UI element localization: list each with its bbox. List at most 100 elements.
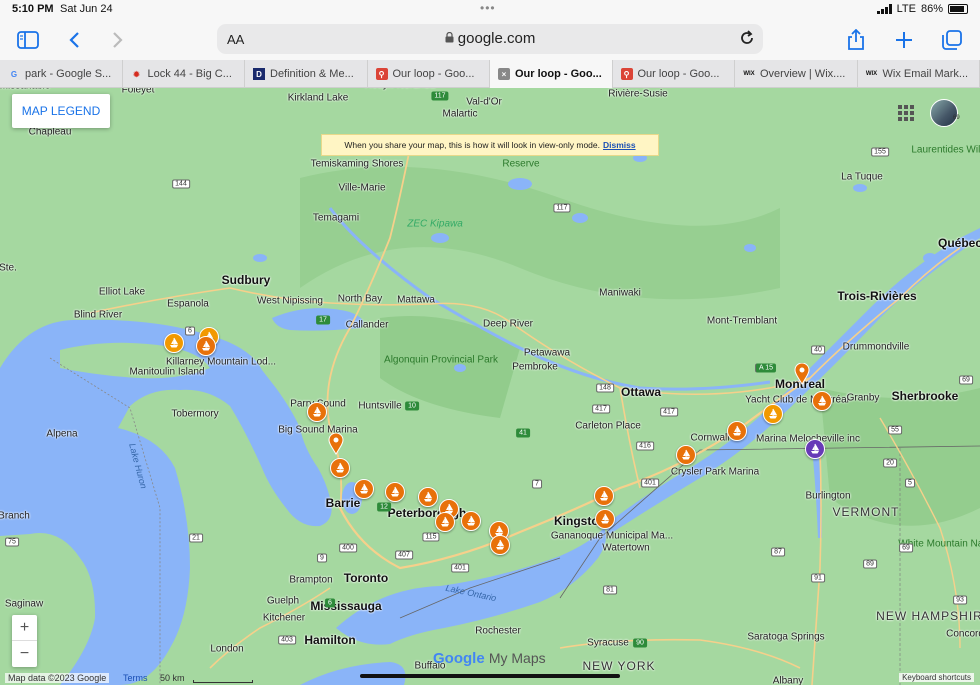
tab-overview-icon[interactable] [938,26,966,54]
boat-marker[interactable] [461,511,481,531]
map-label: London [210,643,244,655]
map-label: Crysler Park Marina [670,466,760,478]
boat-marker[interactable] [676,445,696,465]
reload-icon[interactable] [739,29,755,52]
boat-marker[interactable] [490,535,510,555]
map-pin-icon [328,432,344,455]
road-shield: 75 [5,537,19,547]
boat-marker[interactable] [418,487,438,507]
google-my-maps-logo: Google My Maps [433,650,546,667]
browser-tab[interactable]: × Our loop - Goo... [490,60,613,88]
browser-tab[interactable]: ✹ Lock 44 - Big C... [123,60,245,88]
keyboard-shortcuts-link[interactable]: Keyboard shortcuts [899,673,974,682]
road-shield: 144 [172,179,190,189]
road-shield: 81 [603,585,617,595]
map-label: Elliot Lake [98,286,146,298]
map-label: Algonquin Provincial Park [384,354,498,366]
map-label: Burlington [805,490,851,502]
map-pin-marker[interactable] [794,362,810,390]
browser-tab[interactable]: ⚲ Our loop - Goo... [368,60,490,88]
address-bar[interactable]: AA google.com [217,24,763,54]
battery-percent: 86% [920,3,943,15]
boat-marker[interactable] [805,439,825,459]
browser-tab[interactable]: D Definition & Me... [245,60,368,88]
dismiss-link[interactable]: Dismiss [603,140,636,150]
map-label: Cornwall [690,432,730,444]
map-label: West Nipissing [257,295,323,307]
status-time: 5:10 PM [12,3,54,15]
map-label: Mississauga [310,599,382,613]
account-avatar[interactable] [930,99,958,127]
map-label: Alpena [46,428,78,440]
boat-marker[interactable] [307,402,327,422]
browser-tab[interactable]: Gpark - Google S... [0,60,123,88]
map-label: Yacht Club de Montréal [745,394,849,406]
home-indicator [360,674,620,678]
boat-marker[interactable] [595,509,615,529]
terms-link[interactable]: Terms [123,673,148,683]
forward-icon[interactable] [104,26,132,54]
sailboat-icon [769,408,778,419]
boat-marker[interactable] [385,482,405,502]
sailboat-icon [441,516,450,527]
map-label: Pembroke [512,361,558,373]
new-tab-icon[interactable] [890,26,918,54]
zoom-out-button[interactable]: − [12,641,37,667]
my-maps-wordmark: My Maps [488,650,546,666]
road-shield: 89 [863,559,877,569]
boat-marker[interactable] [435,512,455,532]
map-label: Mattawa [397,294,435,306]
boat-marker[interactable] [763,404,783,424]
tab-label: Definition & Me... [270,68,354,80]
road-shield: 21 [189,533,203,543]
browser-tab[interactable]: WIX Wix Email Mark... [858,60,980,88]
sidebar-icon[interactable] [14,26,42,54]
boat-marker[interactable] [727,421,747,441]
map-pin-marker[interactable] [328,432,344,460]
close-icon[interactable]: × [498,68,510,80]
map-label: Kirkland Lake [287,92,349,104]
apps-grid-icon[interactable] [898,105,914,121]
url-domain: google.com [457,30,536,47]
boat-marker[interactable] [196,336,216,356]
map-legend-button[interactable]: MAP LEGEND [12,94,110,128]
multitask-dots-icon[interactable]: ••• [480,1,496,15]
map-label: Brampton [289,574,333,586]
map-label: Callander [345,319,389,331]
road-shield: 5 [905,478,915,488]
boat-marker[interactable] [594,486,614,506]
map-label: Barrie [325,496,361,510]
road-shield: 115 [422,532,440,542]
map-view[interactable]: Missanabie Foleyet Kirkland Lake Rouyn-Nora… [0,88,980,685]
share-icon[interactable] [842,26,870,54]
back-icon[interactable] [60,26,88,54]
map-pin-icon: ⚲ [375,68,388,80]
map-label: Big Sound Marina [278,424,358,436]
map-label: Temagami [312,212,360,224]
tab-label: Wix Email Mark... [882,68,969,80]
boat-marker[interactable] [354,479,374,499]
road-shield: 93 [953,595,967,605]
road-shield: 417 [592,404,610,414]
browser-tab[interactable]: ⚲ Our loop - Goo... [613,60,735,88]
sailboat-icon [811,443,820,454]
map-label: Temiskaming Shores [310,158,404,170]
notice-text: When you share your map, this is how it … [344,140,600,150]
zoom-in-button[interactable]: + [12,615,37,641]
boat-marker[interactable] [164,333,184,353]
boat-marker[interactable] [330,458,350,478]
road-shield: 416 [636,441,654,451]
google-g-icon: G [10,69,18,79]
tab-label: Overview | Wix.... [760,68,846,80]
browser-tab[interactable]: WIX Overview | Wix.... [735,60,858,88]
carrier-label: LTE [896,3,916,15]
map-pin-icon: ⚲ [620,68,633,80]
tab-label: Our loop - Goo... [515,68,602,80]
map-label: Sudbury [221,273,271,287]
map-label: Malartic [442,108,478,120]
road-shield: 400 [339,543,357,553]
map-label: Tobermory [171,408,219,420]
boat-marker[interactable] [812,391,832,411]
map-label: Rochester [475,625,521,637]
wix-icon: WIX [743,71,755,77]
